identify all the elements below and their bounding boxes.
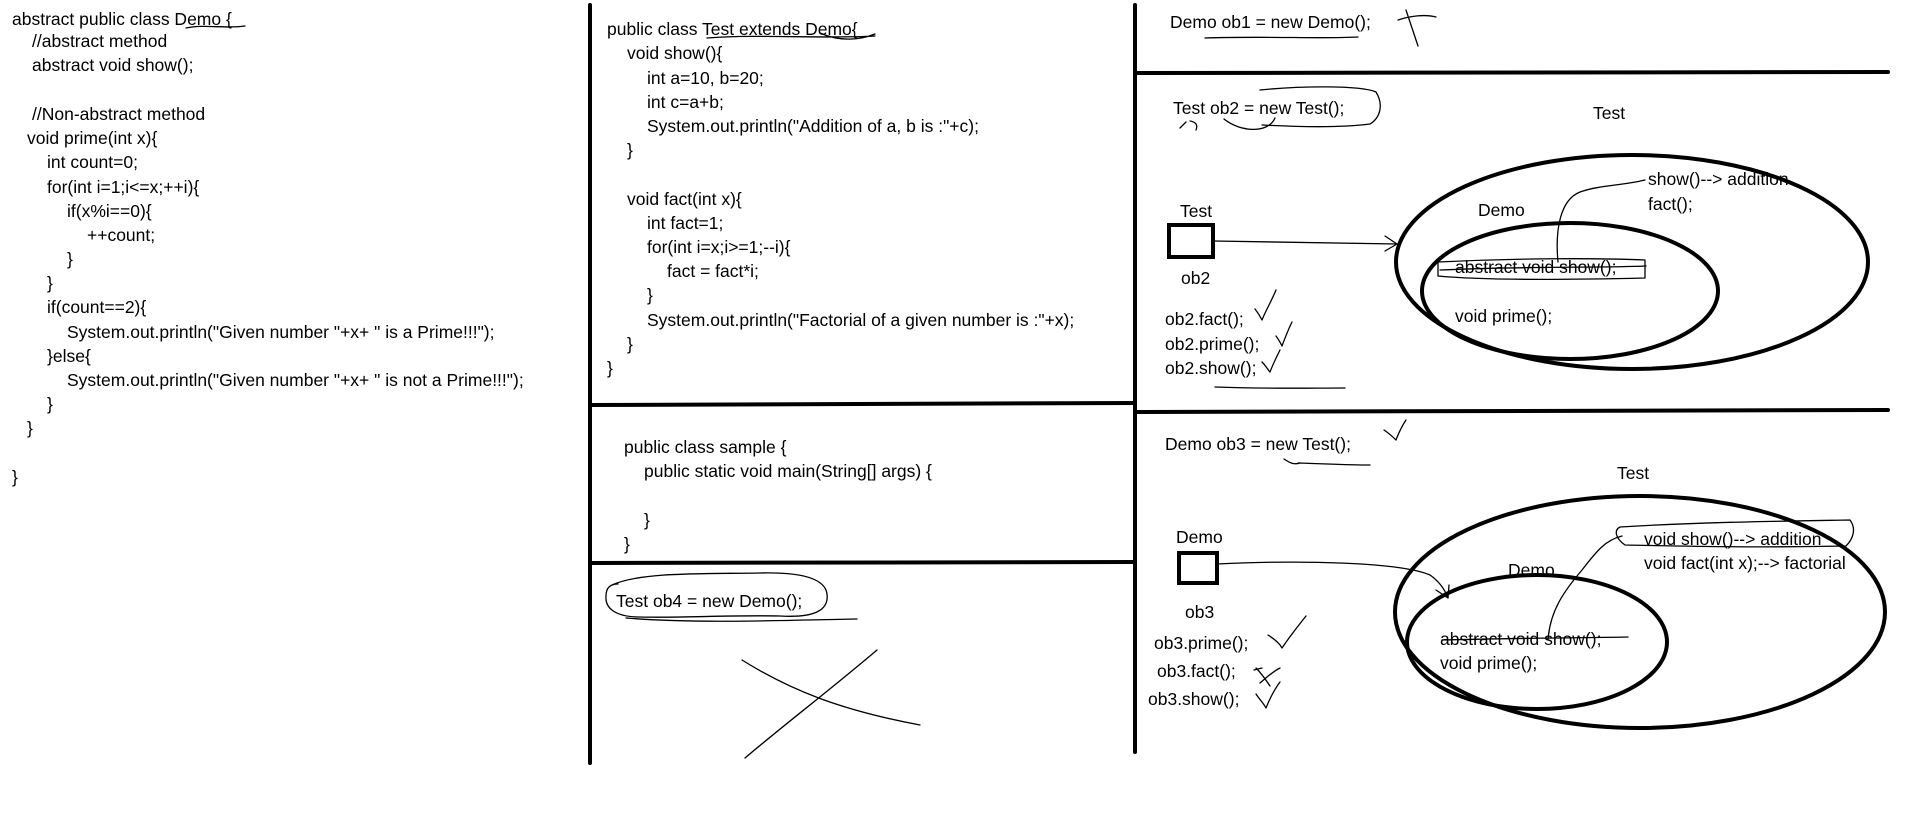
ob2-ref-name: ob2 bbox=[1181, 268, 1210, 288]
code-line: } bbox=[27, 418, 33, 438]
ob3-outer-method: void fact(int x);--> factorial bbox=[1644, 553, 1846, 573]
ob2-reference-box bbox=[1167, 223, 1215, 259]
divider-mid-top bbox=[588, 401, 1137, 407]
ob1-cross-mark bbox=[1397, 9, 1437, 47]
ob2-outer-method: show()--> addition bbox=[1648, 169, 1789, 189]
ob4-section: Test ob4 = new Demo(); bbox=[605, 572, 921, 759]
ob2-call: ob2.prime(); bbox=[1165, 334, 1259, 354]
code-line: int count=0; bbox=[47, 152, 138, 172]
ob2-call: ob2.show(); bbox=[1165, 358, 1256, 378]
code-line: } bbox=[647, 285, 653, 305]
code-line: if(count==2){ bbox=[47, 297, 146, 317]
ob2-inner-method: void prime(); bbox=[1455, 306, 1552, 326]
code-line: public class Test extends Demo{ bbox=[607, 19, 858, 39]
ob2-section: Test ob2 = new Test(); Test Test ob2 Dem… bbox=[1165, 86, 1870, 389]
ob3-section: Demo ob3 = new Test(); Test Demo ob3 Dem… bbox=[1148, 419, 1887, 730]
cross-mark-icon bbox=[1253, 667, 1281, 687]
ob3-inner-label: Demo bbox=[1508, 560, 1555, 580]
code-line: } bbox=[47, 394, 53, 414]
code-block-test-class: public class Test extends Demo{ void sho… bbox=[607, 19, 1074, 378]
ob2-calls-underline bbox=[1214, 386, 1346, 389]
code-line: } bbox=[12, 467, 18, 487]
code-block-sample-class: public class sample { public static void… bbox=[624, 437, 932, 554]
divider-right-mid bbox=[1133, 408, 1890, 414]
ob2-statement: Test ob2 = new Test(); bbox=[1173, 98, 1344, 118]
ob3-call: ob3.prime(); bbox=[1154, 633, 1248, 653]
code-line: int c=a+b; bbox=[647, 92, 724, 112]
ob4-underline bbox=[625, 617, 858, 622]
check-mark-icon bbox=[1255, 681, 1281, 709]
code-line: } bbox=[627, 140, 633, 160]
ob2-reference-arrow bbox=[1212, 235, 1398, 252]
code-line: int fact=1; bbox=[647, 213, 723, 233]
ob3-inner-method: void prime(); bbox=[1440, 653, 1537, 673]
code-line: public class sample { bbox=[624, 437, 787, 457]
code-line: ++count; bbox=[87, 225, 155, 245]
code-line: }else{ bbox=[47, 346, 91, 366]
code-line: } bbox=[624, 534, 630, 554]
code-line: } bbox=[67, 249, 73, 269]
ob3-underline bbox=[1283, 458, 1371, 466]
code-line: void show(){ bbox=[627, 43, 722, 63]
code-line: } bbox=[607, 358, 613, 378]
code-line: fact = fact*i; bbox=[667, 261, 759, 281]
ob3-ref-type: Demo bbox=[1176, 527, 1223, 547]
ob3-outer-label: Test bbox=[1617, 463, 1649, 483]
code-line: public static void main(String[] args) { bbox=[644, 461, 932, 481]
code-block-abstract-demo: abstract public class Demo { //abstract … bbox=[12, 9, 524, 487]
ob3-call: ob3.fact(); bbox=[1157, 661, 1236, 681]
ob2-outer-label: Test bbox=[1593, 103, 1625, 123]
ob2-call: ob2.fact(); bbox=[1165, 309, 1244, 329]
check-mark-icon bbox=[1267, 615, 1307, 649]
code-line: } bbox=[47, 273, 53, 293]
code-line: void prime(int x){ bbox=[27, 128, 157, 148]
ob4-statement: Test ob4 = new Demo(); bbox=[616, 591, 802, 611]
code-line: } bbox=[627, 334, 633, 354]
check-mark-icon bbox=[1383, 419, 1407, 441]
code-line: //abstract method bbox=[32, 31, 167, 51]
divider-mid-bottom bbox=[588, 560, 1137, 565]
code-line: //Non-abstract method bbox=[32, 104, 205, 124]
ob2-inner-object-ellipse bbox=[1420, 221, 1720, 361]
check-mark-icon bbox=[1254, 289, 1277, 321]
ob3-call: ob3.show(); bbox=[1148, 689, 1239, 709]
whiteboard-canvas: abstract public class Demo { //abstract … bbox=[12, 3, 1890, 765]
ob2-override-link bbox=[1556, 179, 1646, 263]
code-line: for(int i=1;i<=x;++i){ bbox=[47, 177, 199, 197]
code-line: System.out.println("Addition of a, b is … bbox=[647, 116, 979, 136]
ob1-underline bbox=[1204, 36, 1359, 39]
divider-right-top bbox=[1133, 70, 1890, 75]
code-line: for(int i=x;i>=1;--i){ bbox=[647, 237, 791, 257]
ob3-statement: Demo ob3 = new Test(); bbox=[1165, 434, 1351, 454]
ob3-reference-box bbox=[1177, 551, 1219, 585]
ob2-ref-type: Test bbox=[1180, 201, 1212, 221]
check-mark-icon bbox=[1261, 349, 1281, 373]
ob2-outer-method: fact(); bbox=[1648, 194, 1693, 214]
ob3-ref-name: ob3 bbox=[1185, 602, 1214, 622]
code-line: } bbox=[644, 510, 650, 530]
code-line: System.out.println("Given number "+x+ " … bbox=[67, 370, 524, 390]
ob2-inner-label: Demo bbox=[1478, 200, 1525, 220]
ob1-statement: Demo ob1 = new Demo(); bbox=[1170, 12, 1371, 32]
ob1-section: Demo ob1 = new Demo(); bbox=[1170, 9, 1437, 47]
code-line: if(x%i==0){ bbox=[67, 201, 152, 221]
check-mark-icon bbox=[1275, 321, 1293, 347]
code-line: int a=10, b=20; bbox=[647, 68, 764, 88]
code-line: abstract void show(); bbox=[32, 55, 193, 75]
code-line: System.out.println("Given number "+x+ " … bbox=[67, 322, 495, 342]
cross-mark-large bbox=[741, 649, 921, 759]
code-line: void fact(int x){ bbox=[627, 189, 742, 209]
code-line: System.out.println("Factorial of a given… bbox=[647, 310, 1074, 330]
ob2-curved-arrow bbox=[1179, 117, 1276, 131]
